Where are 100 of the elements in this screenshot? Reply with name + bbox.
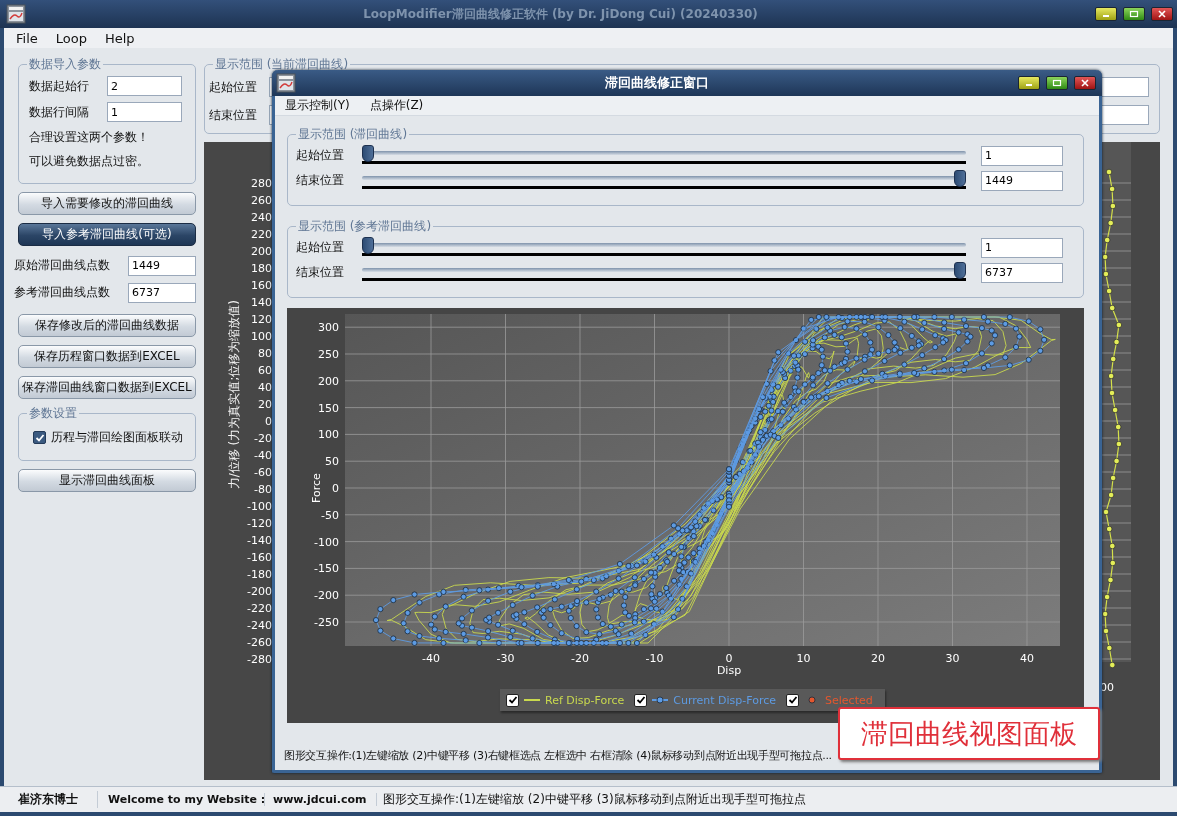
field-label: 参考滞回曲线点数 (14, 284, 110, 301)
tick-label: 10 (796, 652, 811, 665)
checkbox[interactable] (634, 693, 648, 707)
tick-label: -200 (314, 589, 339, 603)
maximize-button[interactable] (1123, 7, 1145, 21)
status-text: 崔济东博士 (18, 791, 98, 808)
save-button[interactable]: 保存滞回曲线窗口数据到EXCEL (18, 376, 196, 399)
tick-label: 200 (250, 244, 272, 260)
status-text: 图形交互操作:(1)左键缩放 (2)中键平移 (3)鼠标移动到点附近出现手型可拖拉点 (383, 791, 806, 808)
tick-label: -60 (253, 465, 272, 481)
window-title: 滞回曲线修正窗口 (605, 74, 709, 92)
menu-item[interactable]: File (12, 30, 46, 46)
tick-label: 120 (250, 312, 272, 328)
maximize-button[interactable] (1046, 76, 1068, 90)
tick-label: -10 (645, 652, 664, 665)
text-field[interactable]: 2 (107, 76, 182, 96)
tick-label: -50 (321, 508, 339, 522)
checkbox[interactable] (506, 693, 519, 707)
tick-label: -140 (246, 533, 272, 549)
status-text: Welcome to my Website : (108, 793, 265, 806)
slider-thumb[interactable] (954, 261, 966, 279)
maximize-icon (1052, 79, 1062, 87)
tick-label: 140 (250, 295, 272, 311)
menu-item[interactable]: 显示控制(Y) (281, 97, 358, 114)
import-button[interactable]: 导入需要修改的滞回曲线 (18, 192, 196, 215)
group-title: 显示范围 (当前滞回曲线) (214, 56, 350, 73)
checkbox[interactable] (786, 693, 800, 707)
save-button[interactable]: 保存历程窗口数据到EXCEL (18, 345, 196, 368)
field-label: 结束位置 (209, 106, 258, 124)
menu-item[interactable]: Loop (51, 30, 95, 46)
tick-label: 40 (1020, 652, 1034, 665)
tick-label: -20 (571, 652, 589, 665)
text-field[interactable]: 6737 (128, 282, 196, 303)
tick-label: 180 (250, 261, 272, 277)
status-text: www.jdcui.com (273, 793, 377, 806)
checkbox[interactable] (33, 431, 46, 444)
menu-item[interactable]: Help (100, 30, 143, 46)
close-button[interactable] (1151, 7, 1173, 21)
tick-label: -160 (246, 550, 272, 566)
tick-label: -280 (246, 652, 272, 668)
show-panel-button[interactable]: 显示滞回曲线面板 (18, 469, 196, 492)
field-label: 数据起始行 (28, 77, 90, 95)
tick-label: -260 (246, 635, 272, 651)
tick-label: 50 (325, 455, 339, 469)
text-field[interactable]: 1 (981, 237, 1063, 258)
legend-label: Selected (825, 693, 873, 707)
field-label: 原始滞回曲线点数 (14, 257, 110, 274)
text-field[interactable]: 1449 (981, 170, 1063, 191)
tick-label: -250 (314, 616, 339, 629)
close-button[interactable] (1074, 76, 1096, 90)
slider-thumb[interactable] (362, 144, 374, 162)
tick-label: 300 (318, 321, 339, 335)
tick-label: 200 (318, 374, 339, 388)
text-field[interactable]: 1449 (128, 255, 196, 276)
slider-label: 结束位置 (296, 264, 345, 281)
callout-label: 滞回曲线视图面板 (838, 707, 1100, 760)
close-icon (1157, 10, 1167, 18)
tick-label: 100 (318, 428, 339, 442)
tick-label: 250 (318, 348, 339, 361)
import-button[interactable]: 导入参考滞回曲线(可选) (18, 223, 196, 246)
tick-label: -80 (253, 482, 272, 498)
tick-label: -100 (246, 499, 272, 515)
tick-label: 20 (257, 397, 272, 413)
text-field[interactable]: 1 (981, 145, 1063, 166)
axis-title: 力/位移 (力为真实值;位移为缩放值) (225, 300, 242, 490)
tick-label: 150 (318, 401, 339, 415)
tick-label: 280 (250, 176, 272, 192)
tick-label: 40 (257, 380, 272, 396)
legend-label: Current Disp-Force (673, 693, 777, 707)
tick-label: 240 (250, 210, 272, 226)
group-title: 参数设置 (28, 405, 78, 422)
tick-label: -220 (246, 601, 272, 617)
tick-label: -150 (314, 562, 339, 576)
legend-label: Ref Disp-Force (545, 693, 625, 707)
minimize-button[interactable] (1095, 7, 1117, 21)
axis-title: Disp (716, 664, 742, 677)
app-icon (6, 4, 26, 24)
menu-item[interactable]: 点操作(Z) (365, 97, 432, 114)
tick-label: -200 (246, 584, 272, 600)
checkbox-label: 历程与滞回绘图面板联动 (51, 429, 183, 446)
tick-label: -120 (246, 516, 272, 532)
tick-label: -100 (314, 535, 339, 549)
maximize-icon (1129, 10, 1139, 18)
slider-label: 起始位置 (296, 239, 345, 256)
slider-label: 起始位置 (296, 147, 345, 164)
tick-label: 30 (945, 652, 960, 665)
tick-label: 0 (264, 414, 272, 430)
field-label: 起始位置 (209, 78, 258, 96)
slider-thumb[interactable] (954, 169, 966, 187)
slider-thumb[interactable] (362, 236, 374, 254)
text-field[interactable]: 6737 (981, 262, 1063, 283)
tick-label: -240 (246, 618, 272, 634)
tick-label: -20 (253, 431, 272, 447)
note-text: 可以避免数据点过密。 (28, 153, 150, 170)
group-title: 显示范围 (滞回曲线) (297, 126, 409, 143)
minimize-button[interactable] (1018, 76, 1040, 90)
text-field[interactable]: 1 (107, 102, 182, 122)
tick-label: -40 (253, 448, 272, 464)
group-title: 数据导入参数 (28, 56, 102, 73)
save-button[interactable]: 保存修改后的滞回曲线数据 (18, 314, 196, 337)
